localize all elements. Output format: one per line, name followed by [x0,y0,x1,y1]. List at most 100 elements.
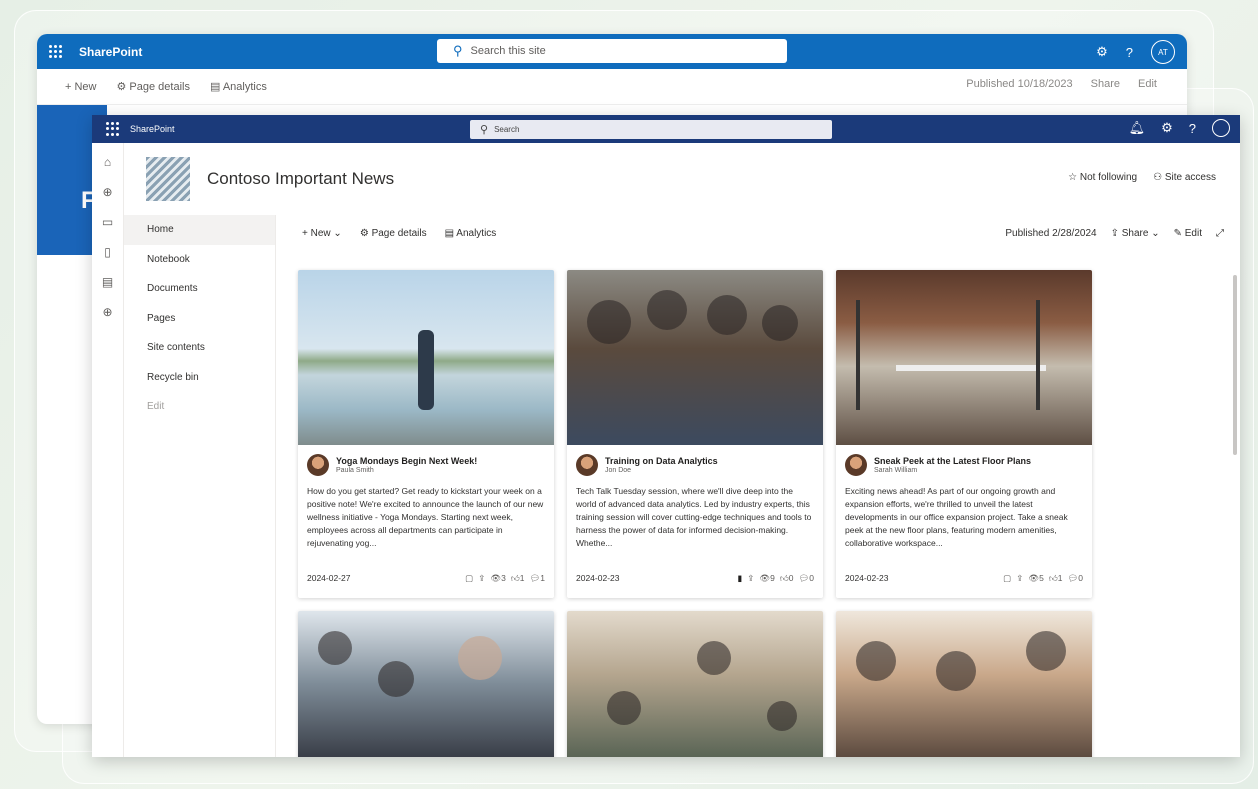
share-icon[interactable]: ⇪ [1016,573,1023,584]
site-access-label: Site access [1164,172,1216,183]
site-title[interactable]: Contoso Important News [207,169,394,189]
share-icon[interactable]: ⇪ [747,573,754,584]
news-card[interactable]: Sneak Peek at the Latest Floor Plans Sar… [836,270,1092,598]
comment-icon[interactable]: 💬︎0 [798,573,814,584]
card-date: 2024-02-23 [576,573,620,583]
file-icon[interactable]: ▯ [104,243,111,261]
gear-icon[interactable]: ⚙ [1161,120,1173,136]
bookmark-icon[interactable]: ▢ [1003,573,1011,584]
brand-label[interactable]: SharePoint [79,45,142,59]
bookmark-icon[interactable]: ▢ [465,573,473,584]
like-icon[interactable]: 👍︎1 [511,573,525,584]
news-card[interactable]: Training on Data Analytics Jon Doe Tech … [567,270,823,598]
search-icon: ⚲ [453,43,463,58]
page-details-label: Page details [129,81,190,93]
site-access-button[interactable]: ⚇ Site access [1153,172,1216,183]
search-box[interactable]: ⚲ Search this site [437,39,787,63]
like-icon[interactable]: 👍︎0 [780,573,794,584]
app-launcher-icon[interactable] [49,44,63,59]
views-count: 9 [770,573,775,583]
avatar [307,454,329,476]
card-image [567,611,823,757]
help-icon[interactable]: ? [1189,121,1196,136]
edit-button[interactable]: Edit [1138,78,1157,90]
nav-item-home[interactable]: Home [124,215,275,245]
news-card[interactable] [567,611,823,757]
views-count: 5 [1039,573,1044,583]
likes-count: 1 [1057,573,1063,583]
likes-count: 0 [788,573,794,583]
brand-label[interactable]: SharePoint [130,124,175,134]
app-rail: ⌂ ⊕ ▭ ▯ ▤ ⊕ [92,143,124,757]
home-icon[interactable]: ⌂ [104,153,111,171]
expand-icon[interactable]: ⤢ [1216,228,1224,239]
analytics-button[interactable]: ▤ Analytics [445,228,497,239]
gear-icon[interactable]: ⚙ [1096,44,1108,60]
new-button[interactable]: + New ⌄ [302,228,342,239]
search-box[interactable]: ⚲ Search [470,120,832,139]
nav-item-pages[interactable]: Pages [124,304,275,334]
page-details-button[interactable]: ⚙ Page details [117,80,190,93]
share-icon[interactable]: ⇪ [478,573,485,584]
page-details-button[interactable]: ⚙ Page details [360,228,427,239]
scrollbar-thumb[interactable] [1233,275,1237,455]
app-launcher-icon[interactable] [106,122,120,136]
comment-icon[interactable]: 💬︎1 [529,573,545,584]
comments-count: 0 [809,573,814,583]
news-card[interactable] [298,611,554,757]
analytics-label: Analytics [456,227,497,239]
help-icon[interactable]: ? [1126,45,1133,60]
new-label: New [310,227,331,239]
views-count: 3 [501,573,506,583]
card-title[interactable]: Sneak Peek at the Latest Floor Plans [874,456,1031,466]
site-logo[interactable] [146,157,190,201]
nav-item-documents[interactable]: Documents [124,274,275,304]
new-button[interactable]: + New [65,81,97,93]
suite-bar: SharePoint ⚲ Search this site ⚙ ? AT [37,34,1187,69]
card-author: Paula Smith [336,467,374,474]
analytics-button[interactable]: ▤ Analytics [210,80,267,93]
news-card[interactable] [836,611,1092,757]
card-description: Exciting news ahead! As part of our ongo… [845,486,1068,548]
nav-item-notebook[interactable]: Notebook [124,245,275,275]
card-title[interactable]: Yoga Mondays Begin Next Week! [336,456,477,466]
nav-item-recycle-bin[interactable]: Recycle bin [124,363,275,393]
analytics-label: Analytics [222,81,267,93]
news-card[interactable]: Yoga Mondays Begin Next Week! Paula Smit… [298,270,554,598]
card-image [836,611,1092,757]
card-image [836,270,1092,445]
card-image [298,611,554,757]
card-image [298,270,554,445]
avatar[interactable] [1212,119,1230,137]
published-label: Published 10/18/2023 [966,78,1073,90]
suite-bar: SharePoint ⚲ Search 🔔︎ ⚙ ? [92,115,1240,143]
news-icon[interactable]: ▭ [102,213,113,231]
card-title[interactable]: Training on Data Analytics [605,456,718,466]
card-date: 2024-02-27 [307,573,351,583]
follow-label: Not following [1079,172,1138,183]
avatar [576,454,598,476]
comment-icon[interactable]: 💬︎0 [1067,573,1083,584]
edit-label: Edit [1184,227,1202,239]
share-button[interactable]: ⇪ Share ⌄ [1111,228,1160,239]
bookmark-filled-icon[interactable]: ▮ [738,573,743,584]
nav-edit-link[interactable]: Edit [124,392,275,422]
globe-icon[interactable]: ⊕ [102,183,112,201]
site-header: Contoso Important News ☆ Not following ⚇… [124,143,1240,215]
front-window: SharePoint ⚲ Search 🔔︎ ⚙ ? ⌂ ⊕ ▭ ▯ ▤ ⊕ C… [92,115,1240,757]
avatar[interactable]: AT [1151,40,1175,64]
list-icon[interactable]: ▤ [102,273,113,291]
notification-icon[interactable]: 🔔︎ [1129,120,1146,136]
edit-button[interactable]: ✎ Edit [1174,228,1202,239]
add-icon[interactable]: ⊕ [102,303,112,321]
like-icon[interactable]: 👍︎1 [1049,573,1063,584]
search-placeholder: Search this site [470,45,546,57]
card-author: Sarah William [874,467,918,474]
nav-item-site-contents[interactable]: Site contents [124,333,275,363]
views-icon: 👁︎5 [1028,573,1044,583]
follow-button[interactable]: ☆ Not following [1068,172,1137,183]
scrollbar[interactable] [1232,253,1238,751]
likes-count: 1 [519,573,525,583]
comments-count: 0 [1078,573,1083,583]
share-button[interactable]: Share [1091,78,1120,90]
